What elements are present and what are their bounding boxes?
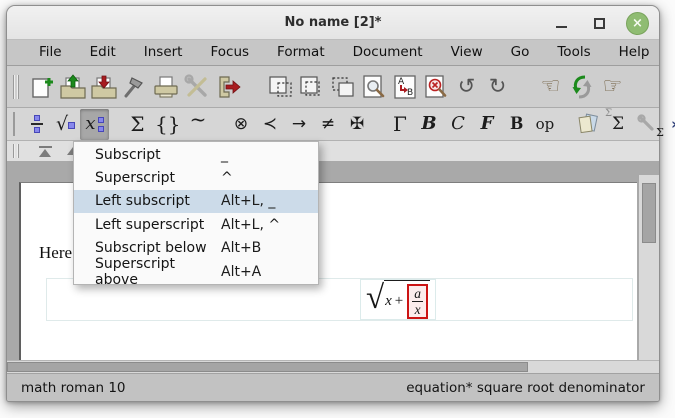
toolbar-grip[interactable] <box>13 112 15 136</box>
menu-item-label: Left subscript <box>74 193 221 209</box>
calligraphic-icon[interactable]: C <box>443 109 472 140</box>
statusbar: math roman 10 equation* square root deno… <box>7 373 659 401</box>
undo-icon[interactable]: ↺ <box>451 69 482 105</box>
svg-text:B: B <box>407 88 413 98</box>
redo-icon[interactable]: ↻ <box>482 69 513 105</box>
menu-item[interactable]: Subscript _ <box>74 143 318 166</box>
close-icon[interactable]: × <box>626 12 649 35</box>
maltese-icon[interactable]: ✠ <box>342 109 371 140</box>
blackboard-bold-icon[interactable]: B <box>501 109 530 140</box>
texmacs-window: No name [2]* × File Edit Insert Focus Fo… <box>6 5 660 402</box>
fraction-icon[interactable] <box>22 109 51 140</box>
style-icon[interactable] <box>573 109 603 140</box>
selected-fraction[interactable]: a x <box>407 284 428 319</box>
status-right: equation* square root denominator <box>406 380 645 396</box>
menu-item-shortcut: Alt+A <box>221 264 261 280</box>
menubar-item[interactable]: Document <box>339 42 437 63</box>
toolbar-grip[interactable] <box>13 144 19 158</box>
accent-icon[interactable]: ~ <box>183 109 212 140</box>
refresh-icon[interactable] <box>566 69 597 105</box>
replace-icon[interactable]: A B <box>389 69 420 105</box>
menu-item-label: Superscript <box>74 170 221 186</box>
neq-icon[interactable]: ≠ <box>313 109 342 140</box>
menu-item[interactable]: Superscript ^ <box>74 166 318 189</box>
menubar-item[interactable]: Insert <box>130 42 197 63</box>
maximize-icon[interactable] <box>588 12 610 34</box>
save-document-icon[interactable] <box>88 69 119 105</box>
compile-icon[interactable] <box>119 69 150 105</box>
toolbar-grip[interactable] <box>13 75 19 99</box>
cut-icon[interactable] <box>265 69 296 105</box>
scripts-icon[interactable]: x <box>80 109 109 140</box>
fraction-numerator: a <box>412 286 423 302</box>
minimize-icon[interactable] <box>550 12 572 34</box>
menubar-item[interactable]: Tools <box>543 42 604 63</box>
sum-insert-icon[interactable]: ΣΣ <box>603 109 632 140</box>
fraktur-icon[interactable]: F <box>472 109 501 140</box>
menu-item-shortcut: Alt+L, ^ <box>221 217 280 233</box>
menubar-item[interactable]: View <box>437 42 497 63</box>
menubar-item[interactable]: File <box>25 42 76 63</box>
arrow-icon[interactable]: → <box>284 109 313 140</box>
menu-item-shortcut: Alt+B <box>221 240 261 256</box>
math-toolbar: √ x Σ {} ~ ⊗ ≺ → ≠ ✠ Γ B C F B op ΣΣ <box>7 107 659 140</box>
menu-item[interactable]: Left subscript Alt+L, _ <box>74 190 318 213</box>
brackets-icon[interactable]: {} <box>152 109 183 140</box>
square-root-expression: √ x + a x <box>366 280 430 319</box>
menu-item-label: Superscript above <box>74 256 221 288</box>
menu-item-label: Subscript <box>74 147 221 163</box>
menubar-item[interactable]: Go <box>497 42 544 63</box>
document-text: Here <box>39 243 72 263</box>
back-icon[interactable]: ☜ <box>535 69 566 105</box>
find-icon[interactable] <box>358 69 389 105</box>
menu-item-label: Left superscript <box>74 217 221 233</box>
menu-item-label: Subscript below <box>74 240 221 256</box>
new-document-icon[interactable] <box>26 69 57 105</box>
square-root-icon[interactable]: √ <box>51 109 80 140</box>
menu-item[interactable]: Superscript above Alt+A <box>74 260 318 283</box>
menubar-item[interactable]: Edit <box>76 42 130 63</box>
spell-check-icon[interactable] <box>420 69 451 105</box>
big-operator-icon[interactable]: Σ <box>123 109 152 140</box>
equation-focus-box[interactable]: √ x + a x <box>360 279 436 320</box>
tools-icon[interactable] <box>181 69 212 105</box>
main-toolbar: A B ↺ ↻ ☜ <box>7 65 659 107</box>
horizontal-scrollbar[interactable] <box>7 360 659 373</box>
math-preferences-icon[interactable]: Σ <box>632 109 661 140</box>
prec-icon[interactable]: ≺ <box>255 109 284 140</box>
copy-icon[interactable] <box>296 69 327 105</box>
greek-letter-icon[interactable]: Γ <box>385 109 414 140</box>
menu-item[interactable]: Left superscript Alt+L, ^ <box>74 213 318 236</box>
plus-operator: + <box>395 293 403 310</box>
otimes-icon[interactable]: ⊗ <box>226 109 255 140</box>
menubar-item[interactable]: Focus <box>196 42 263 63</box>
status-left: math roman 10 <box>21 380 126 396</box>
jump-top-icon[interactable] <box>36 144 54 158</box>
radical-sign: √ <box>366 280 384 319</box>
paste-icon[interactable] <box>327 69 358 105</box>
open-document-icon[interactable] <box>57 69 88 105</box>
bold-icon[interactable]: B <box>414 109 443 140</box>
operator-icon[interactable]: op <box>530 109 559 140</box>
menu-item-shortcut: _ <box>221 147 228 163</box>
titlebar[interactable]: No name [2]* × <box>7 6 659 40</box>
equation-term: x <box>385 293 392 310</box>
vertical-scrollbar-thumb[interactable] <box>642 183 656 243</box>
vertical-scrollbar[interactable] <box>638 175 659 360</box>
close-document-icon[interactable] <box>212 69 243 105</box>
horizontal-scrollbar-thumb[interactable] <box>7 362 528 372</box>
print-icon[interactable] <box>150 69 181 105</box>
menubar: File Edit Insert Focus Format Document V… <box>7 40 659 65</box>
fraction-denominator: x <box>413 302 423 317</box>
menu-item-shortcut: ^ <box>221 170 233 186</box>
scripts-dropdown-menu: Subscript _ Superscript ^ Left subscript… <box>73 141 319 285</box>
menu-item-shortcut: Alt+L, _ <box>221 193 275 209</box>
forward-icon[interactable]: ☞ <box>597 69 628 105</box>
window-controls: × <box>550 6 649 40</box>
menubar-item[interactable]: Help <box>605 42 664 63</box>
menubar-item[interactable]: Format <box>263 42 339 63</box>
